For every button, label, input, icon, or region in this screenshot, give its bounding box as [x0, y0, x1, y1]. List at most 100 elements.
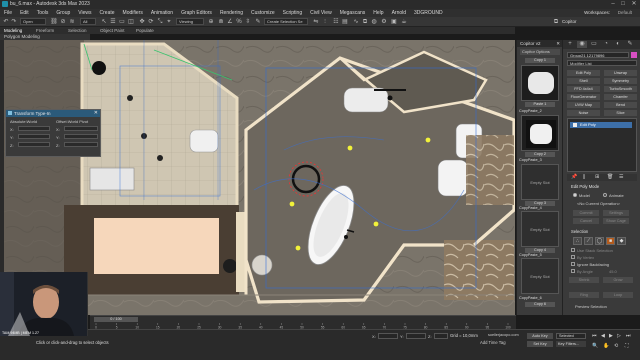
- menu-customize[interactable]: Customize: [251, 10, 275, 16]
- menu-graph-editors[interactable]: Graph Editors: [181, 10, 212, 16]
- off-z-field[interactable]: [64, 142, 98, 147]
- copitor-toolbar-label[interactable]: Copitor: [562, 19, 577, 24]
- slot-4-empty[interactable]: Empty Slot: [521, 211, 559, 247]
- menu-create[interactable]: Create: [100, 10, 115, 16]
- animate-radio[interactable]: [603, 193, 607, 197]
- modifier-stack[interactable]: Edit Poly: [567, 118, 637, 172]
- selected-dropdown[interactable]: Selected: [556, 333, 586, 339]
- ignore-backfacing-checkbox[interactable]: [571, 262, 575, 266]
- edit-poly-mode-rollout[interactable]: Edit Poly Mode: [565, 184, 639, 190]
- slot-1-thumbnail[interactable]: [521, 65, 559, 101]
- align-icon[interactable]: ⫶: [321, 18, 329, 26]
- unlink-icon[interactable]: ⊘: [59, 18, 67, 26]
- display-tab-icon[interactable]: ◐: [613, 41, 623, 48]
- abs-y-field[interactable]: [18, 134, 50, 139]
- off-x-field[interactable]: [64, 126, 98, 131]
- copitor-options-rollout[interactable]: Copitor Options: [520, 49, 560, 55]
- material-editor-icon[interactable]: ◍: [370, 18, 378, 26]
- snap-icon[interactable]: ⋒: [217, 18, 225, 26]
- settings-button[interactable]: Settings: [603, 210, 629, 216]
- slot-2-thumbnail[interactable]: [521, 115, 559, 151]
- place-icon[interactable]: ⌖: [165, 18, 173, 26]
- hierarchy-tab-icon[interactable]: ▭: [589, 41, 599, 48]
- go-to-start-icon[interactable]: ⏮: [592, 333, 597, 339]
- menu-modifiers[interactable]: Modifiers: [123, 10, 143, 16]
- pan-icon[interactable]: ✋: [603, 343, 609, 349]
- edit-poly-button[interactable]: Edit Poly: [567, 70, 600, 76]
- lightbulb-icon[interactable]: [573, 123, 577, 127]
- menu-scripting[interactable]: Scripting: [283, 10, 302, 16]
- minimize-button[interactable]: –: [608, 1, 618, 8]
- tab-selection[interactable]: Selection: [68, 28, 87, 33]
- modifier-list-dropdown[interactable]: Modifier List: [567, 60, 637, 66]
- layer-dropdown[interactable]: Open: [20, 18, 46, 25]
- configure-sets-icon[interactable]: ☰: [619, 174, 623, 180]
- motion-tab-icon[interactable]: ◔: [601, 41, 611, 48]
- selection-rollout[interactable]: Selection: [565, 229, 639, 235]
- bind-icon[interactable]: ≋: [68, 18, 76, 26]
- bend-button[interactable]: Bend: [604, 102, 637, 108]
- menu-civil-view[interactable]: Civil View: [310, 10, 332, 16]
- spinner-snap-icon[interactable]: ⇳: [244, 18, 252, 26]
- unwrap-button[interactable]: Unwrap: [604, 70, 637, 76]
- rotate-icon[interactable]: ⟳: [147, 18, 155, 26]
- copitor-icon[interactable]: ⧉: [552, 18, 560, 26]
- vertex-icon[interactable]: ∴: [573, 237, 582, 245]
- transform-typein-dialog[interactable]: Transform Type-In ✕ Absolute:World Offse…: [5, 109, 101, 157]
- menu-rendering[interactable]: Rendering: [220, 10, 243, 16]
- curve-editor-icon[interactable]: ∿: [352, 18, 360, 26]
- close-icon[interactable]: ✕: [94, 110, 98, 117]
- show-cage-button[interactable]: Show Cage: [603, 218, 629, 224]
- menu-views[interactable]: Views: [78, 10, 91, 16]
- turbosmooth-button[interactable]: TurboSmooth: [604, 86, 637, 92]
- polygon-icon[interactable]: ■: [606, 237, 615, 245]
- uvw-map-button[interactable]: UVW Map: [567, 102, 600, 108]
- menu-group[interactable]: Group: [56, 10, 70, 16]
- symmetry-button[interactable]: Symmetry: [604, 78, 637, 84]
- noise-button[interactable]: Noise: [567, 110, 600, 116]
- time-slider[interactable]: 0 / 100: [94, 317, 138, 322]
- angle-value[interactable]: 45.0: [609, 269, 617, 274]
- window-crossing-icon[interactable]: ◫: [127, 18, 135, 26]
- move-icon[interactable]: ✥: [138, 18, 146, 26]
- floorgenerator-button[interactable]: FloorGenerator: [567, 94, 600, 100]
- grow-button[interactable]: Grow: [603, 277, 633, 283]
- menu-edit[interactable]: Edit: [20, 10, 29, 16]
- edge-icon[interactable]: ⟋: [584, 237, 593, 245]
- layer-explorer-icon[interactable]: ☷: [332, 18, 340, 26]
- remove-modifier-icon[interactable]: 🗑: [607, 174, 613, 180]
- border-icon[interactable]: ◯: [595, 237, 604, 245]
- maximize-button[interactable]: □: [618, 1, 628, 8]
- scale-icon[interactable]: ⤡: [156, 18, 164, 26]
- modify-tab-icon[interactable]: ◉: [577, 41, 587, 48]
- abs-x-field[interactable]: [18, 126, 50, 131]
- go-to-end-icon[interactable]: ⏭: [626, 333, 631, 339]
- z-coord-field[interactable]: [434, 333, 448, 339]
- rendered-frame-icon[interactable]: ▣: [390, 18, 398, 26]
- pivot-icon[interactable]: ⊕: [207, 18, 215, 26]
- slot-3-empty[interactable]: Empty Slot: [521, 164, 559, 200]
- menu-megascans[interactable]: Megascans: [340, 10, 366, 16]
- pin-stack-icon[interactable]: 📌: [571, 174, 577, 180]
- by-vertex-checkbox[interactable]: [571, 255, 575, 259]
- ring-button[interactable]: Ring: [569, 292, 599, 298]
- use-stack-checkbox[interactable]: [571, 248, 575, 252]
- key-filters-button[interactable]: Key Filters...: [556, 341, 586, 347]
- next-frame-icon[interactable]: ▷: [617, 333, 621, 339]
- object-name-field[interactable]: Group21 12179896: [567, 52, 629, 58]
- render-setup-icon[interactable]: ⚙: [380, 18, 388, 26]
- auto-key-button[interactable]: Auto Key: [527, 333, 553, 339]
- stack-item-edit-poly[interactable]: Edit Poly: [570, 122, 632, 128]
- redo-icon[interactable]: ↷: [10, 18, 18, 26]
- loop-button[interactable]: Loop: [603, 292, 633, 298]
- link-icon[interactable]: ⛓: [50, 18, 58, 26]
- close-icon[interactable]: ✕: [556, 40, 560, 47]
- abs-z-field[interactable]: [18, 142, 50, 147]
- maximize-viewport-icon[interactable]: ⛶: [625, 343, 629, 349]
- menu-file[interactable]: File: [4, 10, 12, 16]
- utilities-tab-icon[interactable]: ✎: [625, 41, 635, 48]
- show-end-result-icon[interactable]: ∥: [583, 174, 586, 180]
- close-button[interactable]: ✕: [629, 1, 639, 8]
- create-tab-icon[interactable]: +: [565, 41, 575, 48]
- copy-2-button[interactable]: Copy 2: [525, 152, 555, 157]
